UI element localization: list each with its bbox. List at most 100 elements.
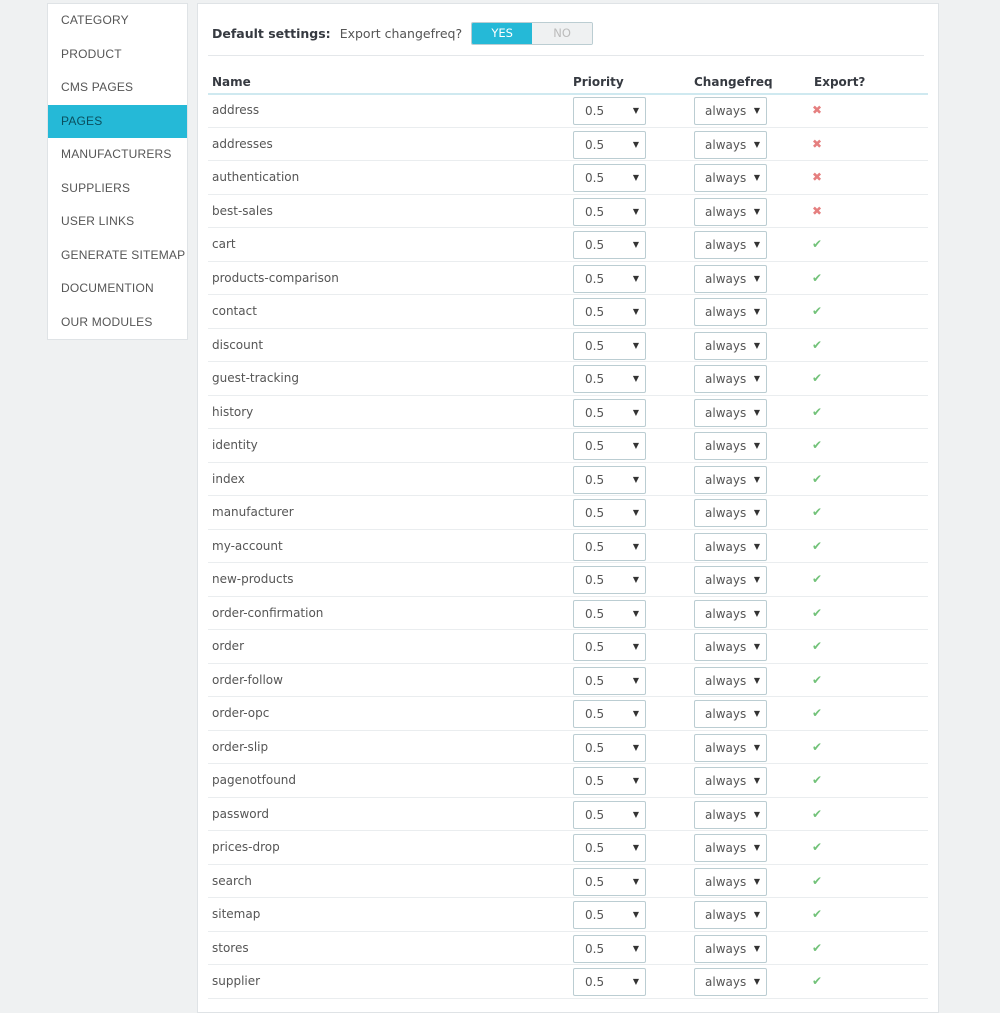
changefreq-select[interactable]: always ▼ [694, 331, 767, 360]
changefreq-select[interactable]: always ▼ [694, 164, 767, 192]
changefreq-select[interactable]: always ▼ [694, 130, 767, 159]
sidebar-item-suppliers[interactable]: SUPPLIERS [48, 172, 187, 206]
changefreq-select[interactable]: always ▼ [694, 532, 767, 561]
changefreq-select[interactable]: always ▼ [694, 298, 767, 326]
check-icon[interactable]: ✔ [812, 798, 822, 831]
check-icon[interactable]: ✔ [812, 865, 822, 898]
check-icon[interactable]: ✔ [812, 463, 822, 496]
priority-select[interactable]: 0.5 ▼ [573, 834, 646, 862]
sidebar-item-pages[interactable]: PAGES [48, 104, 187, 138]
cross-icon[interactable]: ✖ [812, 128, 822, 161]
priority-select[interactable]: 0.5 ▼ [573, 164, 646, 192]
priority-select[interactable]: 0.5 ▼ [573, 566, 646, 594]
changefreq-select[interactable]: always ▼ [694, 398, 767, 427]
check-icon[interactable]: ✔ [812, 496, 822, 529]
check-icon[interactable]: ✔ [812, 630, 822, 663]
priority-select-value: 0.5 [585, 506, 605, 520]
priority-select[interactable]: 0.5 ▼ [573, 97, 646, 125]
pages-table-body: address 0.5 ▼ always ▼ ✖ addresses 0.5 ▼ always ▼ ✖… [208, 94, 928, 999]
changefreq-select[interactable]: always ▼ [694, 231, 767, 259]
cross-icon[interactable]: ✖ [812, 195, 822, 228]
export-changefreq-switch[interactable]: YES NO [471, 21, 594, 45]
sidebar-item-cms-pages[interactable]: CMS PAGES [48, 71, 187, 105]
check-icon[interactable]: ✔ [812, 831, 822, 864]
changefreq-select[interactable]: always ▼ [694, 599, 767, 628]
priority-select[interactable]: 0.5 ▼ [573, 700, 646, 728]
sidebar-item-product[interactable]: PRODUCT [48, 38, 187, 72]
changefreq-select[interactable]: always ▼ [694, 934, 767, 963]
check-icon[interactable]: ✔ [812, 965, 822, 998]
priority-select[interactable]: 0.5 ▼ [573, 934, 646, 963]
check-icon[interactable]: ✔ [812, 597, 822, 630]
changefreq-select[interactable]: always ▼ [694, 901, 767, 929]
priority-select[interactable]: 0.5 ▼ [573, 499, 646, 527]
sidebar-item-manufacturers[interactable]: MANUFACTURERS [48, 138, 187, 172]
priority-select[interactable]: 0.5 ▼ [573, 331, 646, 360]
changefreq-select[interactable]: always ▼ [694, 633, 767, 661]
changefreq-select-value: always [705, 673, 747, 688]
priority-select[interactable]: 0.5 ▼ [573, 733, 646, 762]
changefreq-select[interactable]: always ▼ [694, 666, 767, 695]
switch-no-option[interactable]: NO [532, 22, 593, 44]
caret-down-icon: ▼ [753, 106, 760, 115]
changefreq-select[interactable]: always ▼ [694, 465, 767, 494]
check-icon[interactable]: ✔ [812, 731, 822, 764]
sidebar-item-generate-sitemap[interactable]: GENERATE SITEMAP [48, 239, 187, 273]
check-icon[interactable]: ✔ [812, 362, 822, 395]
priority-select[interactable]: 0.5 ▼ [573, 465, 646, 494]
priority-select[interactable]: 0.5 ▼ [573, 633, 646, 661]
check-icon[interactable]: ✔ [812, 697, 822, 730]
changefreq-select[interactable]: always ▼ [694, 733, 767, 762]
check-icon[interactable]: ✔ [812, 932, 822, 965]
changefreq-select[interactable]: always ▼ [694, 767, 767, 795]
priority-select[interactable]: 0.5 ▼ [573, 197, 646, 226]
priority-select[interactable]: 0.5 ▼ [573, 968, 646, 996]
switch-yes-option[interactable]: YES [472, 22, 533, 44]
check-icon[interactable]: ✔ [812, 295, 822, 328]
cross-icon[interactable]: ✖ [812, 94, 822, 127]
priority-select[interactable]: 0.5 ▼ [573, 800, 646, 829]
sidebar-item-user-links[interactable]: USER LINKS [48, 205, 187, 239]
priority-select[interactable]: 0.5 ▼ [573, 264, 646, 293]
priority-select[interactable]: 0.5 ▼ [573, 231, 646, 259]
check-icon[interactable]: ✔ [812, 563, 822, 596]
changefreq-select[interactable]: always ▼ [694, 700, 767, 728]
check-icon[interactable]: ✔ [812, 664, 822, 697]
check-icon[interactable]: ✔ [812, 396, 822, 429]
check-icon[interactable]: ✔ [812, 228, 822, 261]
check-icon[interactable]: ✔ [812, 429, 822, 462]
table-row: stores 0.5 ▼ always ▼ ✔ [208, 932, 928, 965]
changefreq-select[interactable]: always ▼ [694, 197, 767, 226]
changefreq-select[interactable]: always ▼ [694, 968, 767, 996]
changefreq-select[interactable]: always ▼ [694, 834, 767, 862]
priority-select[interactable]: 0.5 ▼ [573, 432, 646, 460]
check-icon[interactable]: ✔ [812, 530, 822, 563]
priority-select[interactable]: 0.5 ▼ [573, 867, 646, 896]
priority-select[interactable]: 0.5 ▼ [573, 901, 646, 929]
priority-select[interactable]: 0.5 ▼ [573, 130, 646, 159]
changefreq-select[interactable]: always ▼ [694, 800, 767, 829]
check-icon[interactable]: ✔ [812, 764, 822, 797]
priority-select[interactable]: 0.5 ▼ [573, 767, 646, 795]
changefreq-select[interactable]: always ▼ [694, 566, 767, 594]
priority-select[interactable]: 0.5 ▼ [573, 532, 646, 561]
check-icon[interactable]: ✔ [812, 329, 822, 362]
changefreq-select[interactable]: always ▼ [694, 867, 767, 896]
default-settings-bar: Default settings: Export changefreq? YES… [212, 21, 594, 45]
sidebar-item-documention[interactable]: DOCUMENTION [48, 272, 187, 306]
priority-select[interactable]: 0.5 ▼ [573, 365, 646, 393]
sidebar-item-category[interactable]: CATEGORY [48, 4, 187, 38]
priority-select[interactable]: 0.5 ▼ [573, 398, 646, 427]
priority-select[interactable]: 0.5 ▼ [573, 666, 646, 695]
changefreq-select[interactable]: always ▼ [694, 264, 767, 293]
check-icon[interactable]: ✔ [812, 898, 822, 931]
changefreq-select[interactable]: always ▼ [694, 365, 767, 393]
priority-select[interactable]: 0.5 ▼ [573, 599, 646, 628]
check-icon[interactable]: ✔ [812, 262, 822, 295]
changefreq-select[interactable]: always ▼ [694, 97, 767, 125]
sidebar-item-our-modules[interactable]: OUR MODULES [48, 306, 187, 340]
changefreq-select[interactable]: always ▼ [694, 499, 767, 527]
cross-icon[interactable]: ✖ [812, 161, 822, 194]
priority-select[interactable]: 0.5 ▼ [573, 298, 646, 326]
changefreq-select[interactable]: always ▼ [694, 432, 767, 460]
